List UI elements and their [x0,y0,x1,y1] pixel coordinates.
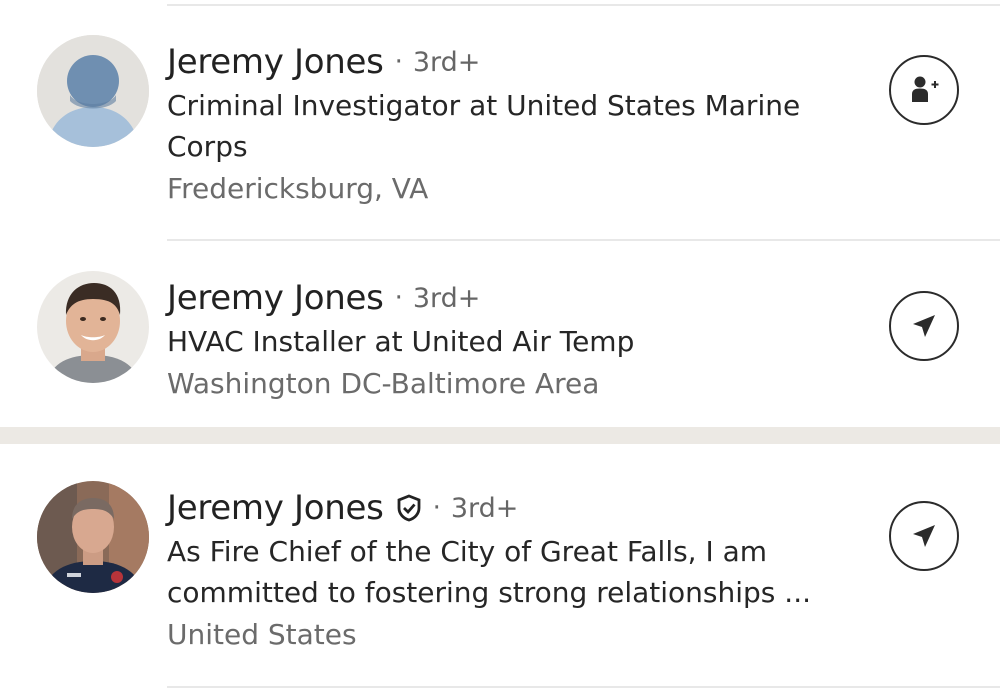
avatar[interactable] [37,271,149,383]
result-name[interactable]: Jeremy Jones [167,488,384,528]
message-button[interactable] [889,501,959,571]
connection-degree: 3rd+ [412,282,481,314]
profile-photo [37,481,149,593]
connect-person-plus-icon [912,76,939,102]
default-avatar-icon [37,35,149,147]
separator-dot: · [432,493,441,523]
send-message-icon [913,315,935,337]
search-result-row[interactable]: Jeremy Jones · 3rd+ HVAC Installer at Un… [0,241,1000,426]
connect-button[interactable] [889,55,959,125]
avatar[interactable] [37,35,149,147]
result-location: United States [167,618,357,651]
search-result-row[interactable]: Jeremy Jones · 3rd+ Criminal Investigato… [0,0,1000,240]
verified-shield-icon [397,494,420,522]
result-name[interactable]: Jeremy Jones [167,42,384,82]
result-name[interactable]: Jeremy Jones [167,278,384,318]
profile-photo [37,271,149,383]
send-message-icon [913,525,935,547]
connection-degree: 3rd+ [450,492,519,524]
result-headline: As Fire Chief of the City of Great Falls… [167,535,811,609]
separator-dot: · [394,47,403,77]
result-headline: HVAC Installer at United Air Temp [167,325,635,358]
section-separator-band [0,427,1000,444]
avatar[interactable] [37,481,149,593]
bottom-divider [167,686,1000,688]
result-location: Washington DC-Baltimore Area [167,367,600,400]
result-location: Fredericksburg, VA [167,172,429,205]
connection-degree: 3rd+ [412,46,481,78]
search-result-row[interactable]: Jeremy Jones · 3rd+ As Fire Chief of the… [0,444,1000,684]
message-button[interactable] [889,291,959,361]
separator-dot: · [394,283,403,313]
result-headline: Criminal Investigator at United States M… [167,89,801,163]
